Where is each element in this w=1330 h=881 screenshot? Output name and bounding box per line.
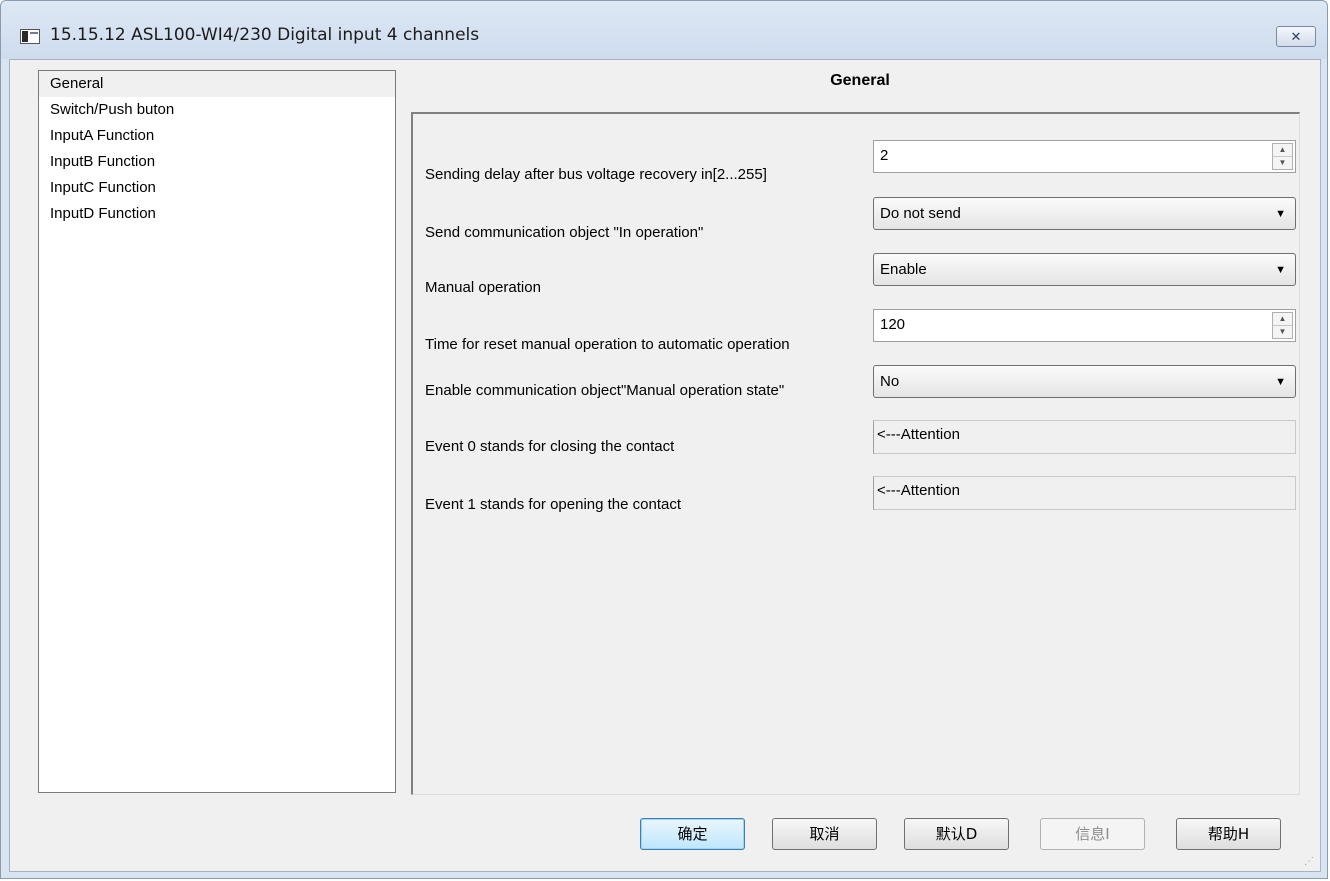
parameter-page-list[interactable]: General Switch/Push buton InputA Functio… xyxy=(38,70,396,793)
nav-item-inputa-function[interactable]: InputA Function xyxy=(39,123,395,149)
param-label-sending-delay: Sending delay after bus voltage recovery… xyxy=(425,166,767,183)
cancel-button[interactable]: 取消 xyxy=(772,818,877,850)
resize-grip-icon[interactable]: ⋰ xyxy=(1304,856,1316,868)
spinner-buttons[interactable]: ▲ ▼ xyxy=(1272,143,1293,170)
in-operation-value: Do not send xyxy=(880,205,961,222)
default-button[interactable]: 默认D xyxy=(904,818,1009,850)
nav-item-inputd-function[interactable]: InputD Function xyxy=(39,201,395,227)
help-button[interactable]: 帮助H xyxy=(1176,818,1281,850)
manual-operation-value: Enable xyxy=(880,261,927,278)
spinner-buttons[interactable]: ▲ ▼ xyxy=(1272,312,1293,339)
event-0-value: <---Attention xyxy=(877,426,960,443)
spin-up-icon[interactable]: ▲ xyxy=(1273,313,1292,326)
param-label-manual-state: Enable communication object"Manual opera… xyxy=(425,382,785,399)
param-label-reset-time: Time for reset manual operation to autom… xyxy=(425,336,790,353)
manual-operation-select[interactable]: Enable ▼ xyxy=(873,253,1296,286)
reset-time-value: 120 xyxy=(880,316,906,333)
close-icon: ✕ xyxy=(1290,28,1302,44)
nav-item-inputb-function[interactable]: InputB Function xyxy=(39,149,395,175)
close-button[interactable]: ✕ xyxy=(1276,26,1316,47)
dialog-body: General Switch/Push buton InputA Functio… xyxy=(9,59,1321,872)
page-title: General xyxy=(830,72,890,89)
event-1-info: <---Attention xyxy=(873,476,1296,510)
sending-delay-value: 2 xyxy=(880,147,889,164)
spin-down-icon[interactable]: ▼ xyxy=(1273,326,1292,338)
info-button: 信息I xyxy=(1040,818,1145,850)
in-operation-select[interactable]: Do not send ▼ xyxy=(873,197,1296,230)
nav-item-switch-push-button[interactable]: Switch/Push buton xyxy=(39,97,395,123)
reset-time-spinner[interactable]: 120 ▲ ▼ xyxy=(873,309,1296,342)
param-label-event-1: Event 1 stands for opening the contact xyxy=(425,496,682,513)
title-bar[interactable]: 15.15.12 ASL100-WI4/230 Digital input 4 … xyxy=(1,1,1327,59)
dialog-window: 15.15.12 ASL100-WI4/230 Digital input 4 … xyxy=(0,0,1328,879)
nav-item-general[interactable]: General xyxy=(39,71,395,97)
param-label-manual-operation: Manual operation xyxy=(425,279,541,296)
window-icon xyxy=(20,29,40,44)
nav-item-inputc-function[interactable]: InputC Function xyxy=(39,175,395,201)
sending-delay-spinner[interactable]: 2 ▲ ▼ xyxy=(873,140,1296,173)
spin-up-icon[interactable]: ▲ xyxy=(1273,144,1292,157)
spin-down-icon[interactable]: ▼ xyxy=(1273,157,1292,169)
param-label-event-0: Event 0 stands for closing the contact xyxy=(425,438,675,455)
ok-button[interactable]: 确定 xyxy=(640,818,745,850)
window-title: 15.15.12 ASL100-WI4/230 Digital input 4 … xyxy=(50,25,480,45)
param-label-in-operation: Send communication object "In operation" xyxy=(425,224,704,241)
manual-state-value: No xyxy=(880,373,900,390)
manual-state-select[interactable]: No ▼ xyxy=(873,365,1296,398)
chevron-down-icon: ▼ xyxy=(1275,376,1286,388)
parameter-panel: Sending delay after bus voltage recovery… xyxy=(411,112,1300,795)
event-0-info: <---Attention xyxy=(873,420,1296,454)
event-1-value: <---Attention xyxy=(877,482,960,499)
chevron-down-icon: ▼ xyxy=(1275,264,1286,276)
chevron-down-icon: ▼ xyxy=(1275,208,1286,220)
